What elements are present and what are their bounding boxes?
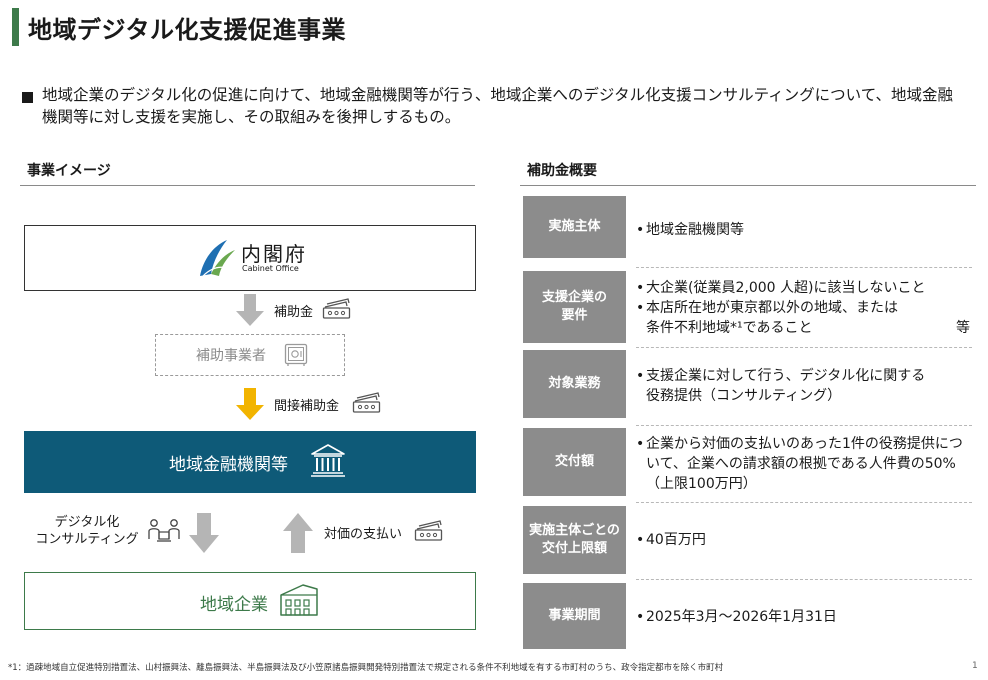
- regional-bank-label: 地域金融機関等: [169, 455, 288, 475]
- row-body-cap-amount: • 40百万円: [636, 530, 972, 550]
- cabinet-name: 内閣府: [241, 242, 307, 266]
- arrow-up-gray-icon: [283, 513, 313, 553]
- row-head-target-work: 対象業務: [523, 350, 626, 418]
- list-item: • 企業から対価の支払いのあった1件の役務提供について、企業への請求額の根拠である…: [636, 436, 963, 492]
- cabinet-name-en: Cabinet Office: [242, 264, 299, 273]
- arrow-down-gray-icon: [189, 513, 219, 553]
- safe-icon: [284, 343, 308, 366]
- arrow-down-gray-icon: [236, 294, 264, 326]
- row-body-requirements: • 大企業(従業員2,000 人超)に該当しないこと • 本店所在地が東京都以外の地…: [636, 278, 972, 338]
- banknote-icon: [352, 392, 381, 413]
- list-item: • 40百万円: [636, 532, 706, 548]
- footnote: *1：過疎地域自立促進特別措置法、山村振興法、離島振興法、半島振興法及び小笠原諸…: [8, 663, 724, 673]
- row-body-period: • 2025年3月～2026年1月31日: [636, 607, 972, 627]
- regional-company-label: 地域企業: [200, 595, 268, 615]
- row-body-grant-amount: • 企業から対価の支払いのあった1件の役務提供について、企業への請求額の根拠である…: [636, 434, 972, 494]
- consulting-people-icon: [148, 519, 180, 542]
- bullet-square-icon: [22, 92, 33, 103]
- regional-bank-box: 地域金融機関等: [24, 431, 476, 493]
- consulting-label: デジタル化 コンサルティング: [35, 515, 139, 547]
- subsidy-operator-label: 補助事業者: [196, 348, 266, 364]
- banknote-icon: [322, 298, 351, 319]
- subsidy-operator-box: 補助事業者: [155, 334, 345, 376]
- bank-building-icon: [311, 444, 345, 477]
- row-divider: [636, 425, 972, 426]
- row-divider: [636, 579, 972, 580]
- row-body-target-work: • 支援企業に対して行う、デジタル化に関する 役務提供（コンサルティング）: [636, 366, 972, 406]
- intro-text: 地域企業のデジタル化の促進に向けて、地域金融機関等が行う、地域企業へのデジタル化…: [42, 86, 953, 126]
- subsidy-label: 補助金: [274, 305, 314, 320]
- row-body-implementer: • 地域金融機関等: [636, 220, 972, 240]
- row-divider: [636, 502, 972, 503]
- row-head-period: 事業期間: [523, 583, 626, 649]
- regional-company-box: 地域企業: [24, 572, 476, 630]
- row-divider: [636, 267, 972, 268]
- row-head-grant-amount: 交付額: [523, 428, 626, 496]
- page-title: 地域デジタル化支援促進事業: [28, 16, 347, 44]
- banknote-icon: [414, 520, 443, 541]
- cabinet-logo-icon: [200, 240, 235, 277]
- right-section-rule: [520, 185, 976, 186]
- shop-building-icon: [280, 584, 318, 616]
- list-item: • 大企業(従業員2,000 人超)に該当しないこと: [636, 280, 926, 296]
- cabinet-office-box: 内閣府 Cabinet Office: [24, 225, 476, 291]
- left-section-rule: [20, 185, 475, 186]
- right-section-heading: 補助金概要: [527, 163, 597, 179]
- etc-suffix: 等: [956, 320, 970, 336]
- list-item: • 2025年3月～2026年1月31日: [636, 609, 837, 625]
- list-item: • 地域金融機関等: [636, 222, 744, 238]
- arrow-down-gold-icon: [236, 388, 264, 420]
- payment-label: 対価の支払い: [324, 527, 403, 542]
- indirect-subsidy-label: 間接補助金: [274, 399, 340, 414]
- row-head-implementer: 実施主体: [523, 196, 626, 258]
- row-head-cap-amount: 実施主体ごとの 交付上限額: [523, 506, 626, 574]
- page-number: 1: [972, 661, 978, 671]
- row-divider: [636, 347, 972, 348]
- title-accent-bar: [12, 8, 19, 46]
- left-section-heading: 事業イメージ: [27, 163, 111, 179]
- list-item: • 支援企業に対して行う、デジタル化に関する 役務提供（コンサルティング）: [636, 368, 926, 404]
- row-head-requirements: 支援企業の 要件: [523, 271, 626, 343]
- list-item: • 本店所在地が東京都以外の地域、または 条件不利地域*¹であること: [636, 300, 898, 336]
